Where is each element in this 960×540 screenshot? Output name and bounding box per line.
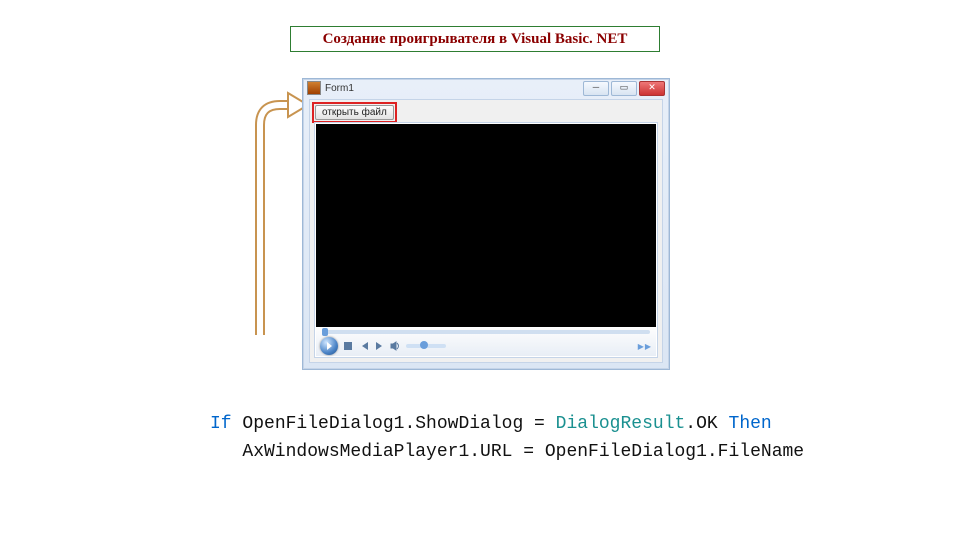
window-title: Form1 — [325, 83, 583, 94]
minimize-button[interactable]: ─ — [583, 81, 609, 96]
app-window: Form1 ─ ▭ ✕ открыть файл — [302, 78, 670, 370]
code-keyword-then: Then — [729, 414, 772, 434]
code-text-2: .OK — [685, 414, 728, 434]
code-text-1: OpenFileDialog1.ShowDialog = — [232, 414, 556, 434]
stop-icon[interactable] — [342, 340, 354, 352]
play-button[interactable] — [320, 337, 338, 355]
seek-bar[interactable] — [322, 330, 650, 334]
code-keyword-if: If — [210, 414, 232, 434]
close-button[interactable]: ✕ — [639, 81, 665, 96]
titlebar[interactable]: Form1 ─ ▭ ✕ — [303, 79, 669, 97]
volume-slider[interactable] — [406, 344, 446, 348]
next-icon[interactable] — [374, 340, 386, 352]
media-player: ▶▶ — [314, 122, 658, 358]
player-controls: ▶▶ — [316, 328, 656, 356]
code-line-2: AxWindowsMediaPlayer1.URL = OpenFileDial… — [210, 442, 804, 462]
prev-icon[interactable] — [358, 340, 370, 352]
slide-title: Создание проигрывателя в Visual Basic. N… — [290, 26, 660, 52]
app-icon — [307, 81, 321, 95]
seek-thumb[interactable] — [322, 328, 328, 336]
code-snippet: If OpenFileDialog1.ShowDialog = DialogRe… — [210, 410, 804, 466]
video-area — [316, 124, 656, 327]
volume-thumb[interactable] — [420, 341, 428, 349]
pointer-arrow-icon — [230, 85, 310, 335]
open-file-highlight: открыть файл — [312, 102, 397, 123]
volume-icon[interactable] — [390, 340, 402, 352]
client-area: открыть файл ▶▶ — [309, 99, 663, 363]
code-class-1: DialogResult — [556, 414, 686, 434]
player-status: ▶▶ — [638, 342, 652, 351]
maximize-button[interactable]: ▭ — [611, 81, 637, 96]
open-file-button[interactable]: открыть файл — [315, 105, 394, 120]
